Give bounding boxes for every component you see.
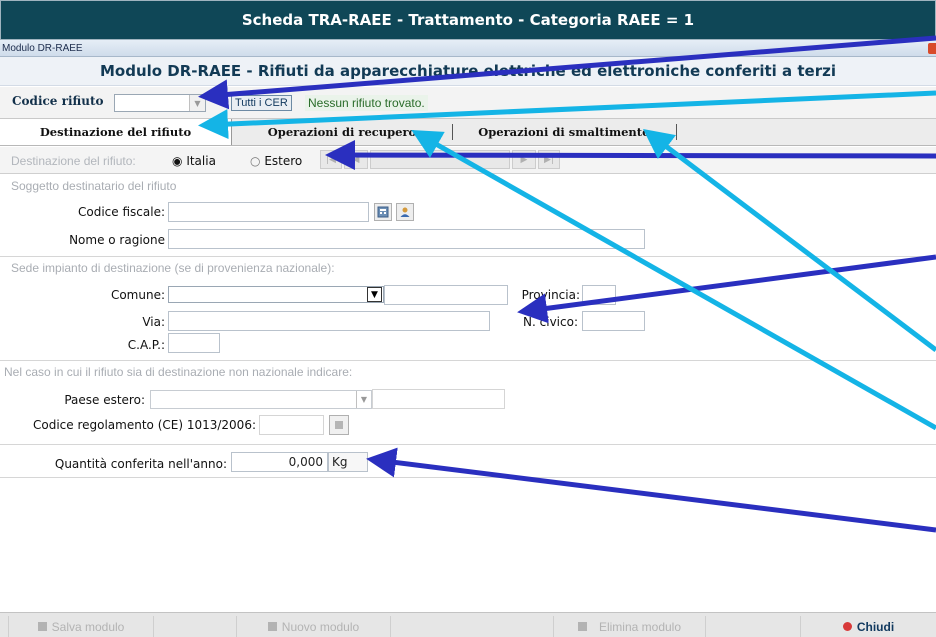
nav-prev-icon[interactable]: ◀ bbox=[344, 150, 368, 169]
cap-input[interactable] bbox=[168, 333, 220, 353]
via-input[interactable] bbox=[168, 311, 490, 331]
radio-estero[interactable]: ○ Estero bbox=[250, 154, 302, 168]
nome-input[interactable] bbox=[168, 229, 645, 249]
radio-italia-label: Italia bbox=[186, 154, 216, 168]
app-title: Scheda TRA-RAEE - Trattamento - Categori… bbox=[241, 11, 695, 29]
sede-section-title: Sede impianto di destinazione (se di pro… bbox=[11, 261, 335, 275]
person-search-icon[interactable] bbox=[396, 203, 414, 221]
paese-select[interactable]: ▼ bbox=[150, 390, 372, 409]
quantita-unit: Kg bbox=[328, 452, 368, 472]
tab-separator bbox=[676, 124, 677, 140]
chevron-down-icon[interactable]: ▼ bbox=[189, 95, 205, 111]
cer-message-text: Nessun rifiuto trovato. bbox=[308, 96, 425, 110]
radio-checked-icon: ◉ bbox=[172, 154, 183, 168]
comune-select[interactable]: ▼ bbox=[168, 286, 384, 303]
destination-label: Destinazione del rifiuto: bbox=[11, 154, 136, 168]
square-icon bbox=[335, 421, 343, 429]
quantita-input[interactable]: 0,000 bbox=[231, 452, 328, 472]
civico-label: N. civico: bbox=[523, 315, 578, 329]
estero-section-title: Nel caso in cui il rifiuto sia di destin… bbox=[4, 365, 353, 379]
paese-label: Paese estero: bbox=[64, 393, 145, 407]
arrow-to-quantita-unit bbox=[366, 447, 936, 533]
nuovo-label: Nuovo modulo bbox=[281, 619, 360, 634]
footer-bar: Salva modulo Nuovo modulo Elimina modulo… bbox=[0, 612, 936, 637]
chiudi-label: Chiudi bbox=[856, 619, 895, 634]
tutti-cer-button[interactable]: Tutti i CER bbox=[231, 95, 292, 111]
new-icon bbox=[267, 622, 277, 631]
module-heading-text: Modulo DR-RAEE - Rifiuti da apparecchiat… bbox=[99, 62, 837, 80]
close-icon bbox=[842, 622, 852, 631]
divider bbox=[0, 256, 936, 257]
app-title-bar: Scheda TRA-RAEE - Trattamento - Categori… bbox=[0, 0, 936, 40]
tutti-cer-label: Tutti i CER bbox=[235, 97, 288, 109]
tab-destinazione[interactable]: Destinazione del rifiuto bbox=[0, 119, 232, 145]
codice-regolamento-input[interactable] bbox=[259, 415, 324, 435]
radio-italia[interactable]: ◉ Italia bbox=[172, 154, 216, 168]
nav-last-icon[interactable]: ▶| bbox=[538, 150, 560, 169]
cer-message: Nessun rifiuto trovato. bbox=[305, 95, 428, 111]
person-icon-svg bbox=[400, 207, 410, 217]
cer-select[interactable]: ▼ bbox=[114, 94, 206, 112]
comune-extra-input[interactable] bbox=[384, 285, 508, 305]
quantita-unit-text: Kg bbox=[332, 455, 348, 469]
destination-row: Destinazione del rifiuto: ◉ Italia ○ Est… bbox=[0, 147, 936, 174]
provincia-label: Provincia: bbox=[521, 288, 580, 302]
codice-fiscale-input[interactable] bbox=[168, 202, 369, 222]
calculator-icon-svg bbox=[377, 206, 389, 218]
divider bbox=[0, 360, 936, 361]
window-title: Modulo DR-RAEE bbox=[2, 43, 83, 54]
nav-record-bar bbox=[370, 150, 510, 169]
cap-label: C.A.P.: bbox=[127, 338, 165, 352]
cer-row: Codice rifiuto ▼ Tutti i CER Nessun rifi… bbox=[0, 87, 936, 119]
nome-label: Nome o ragione bbox=[69, 233, 165, 247]
codice-regolamento-label: Codice regolamento (CE) 1013/2006: bbox=[32, 418, 256, 432]
chiudi-button[interactable]: Chiudi bbox=[800, 616, 936, 637]
chevron-down-icon[interactable]: ▼ bbox=[367, 287, 382, 302]
chevron-down-icon[interactable]: ▼ bbox=[356, 391, 371, 408]
window-title-bar: Modulo DR-RAEE bbox=[0, 40, 936, 57]
window-close-icon[interactable] bbox=[928, 43, 936, 54]
cer-label: Codice rifiuto bbox=[12, 94, 104, 108]
delete-icon bbox=[577, 622, 587, 631]
comune-label: Comune: bbox=[110, 288, 165, 302]
paese-extra-input[interactable] bbox=[372, 389, 505, 409]
radio-estero-label: Estero bbox=[264, 154, 303, 168]
quantita-value: 0,000 bbox=[288, 455, 323, 469]
nav-next-icon[interactable]: ▶ bbox=[512, 150, 536, 169]
via-label: Via: bbox=[142, 315, 165, 329]
nav-first-icon[interactable]: |◀ bbox=[320, 150, 342, 169]
salva-button[interactable]: Salva modulo bbox=[8, 616, 154, 637]
quantita-label: Quantità conferita nell'anno: bbox=[54, 457, 227, 471]
soggetto-section-title: Soggetto destinatario del rifiuto bbox=[11, 179, 177, 193]
divider bbox=[0, 477, 936, 478]
arrow-to-tab-recupero bbox=[411, 130, 936, 431]
tab-smaltimento-label: Operazioni di smaltimento bbox=[478, 125, 650, 139]
civico-input[interactable] bbox=[582, 311, 645, 331]
elimina-button[interactable]: Elimina modulo bbox=[553, 616, 706, 637]
divider bbox=[0, 444, 936, 445]
codice-fiscale-label: Codice fiscale: bbox=[78, 205, 165, 219]
calculator-icon[interactable] bbox=[374, 203, 392, 221]
tab-smaltimento[interactable]: Operazioni di smaltimento bbox=[453, 119, 675, 145]
lookup-button-icon[interactable] bbox=[329, 415, 349, 435]
tab-destinazione-label: Destinazione del rifiuto bbox=[39, 125, 192, 139]
nuovo-button[interactable]: Nuovo modulo bbox=[236, 616, 391, 637]
tab-bar: Destinazione del rifiuto Operazioni di r… bbox=[0, 119, 936, 146]
module-heading: Modulo DR-RAEE - Rifiuti da apparecchiat… bbox=[0, 57, 936, 86]
salva-label: Salva modulo bbox=[51, 619, 125, 634]
tab-recupero-label: Operazioni di recupero bbox=[267, 125, 417, 139]
tab-recupero[interactable]: Operazioni di recupero bbox=[233, 119, 451, 145]
save-icon bbox=[37, 622, 47, 631]
radio-unchecked-icon: ○ bbox=[250, 154, 261, 168]
provincia-input[interactable] bbox=[582, 285, 616, 305]
elimina-label: Elimina modulo bbox=[598, 619, 682, 634]
